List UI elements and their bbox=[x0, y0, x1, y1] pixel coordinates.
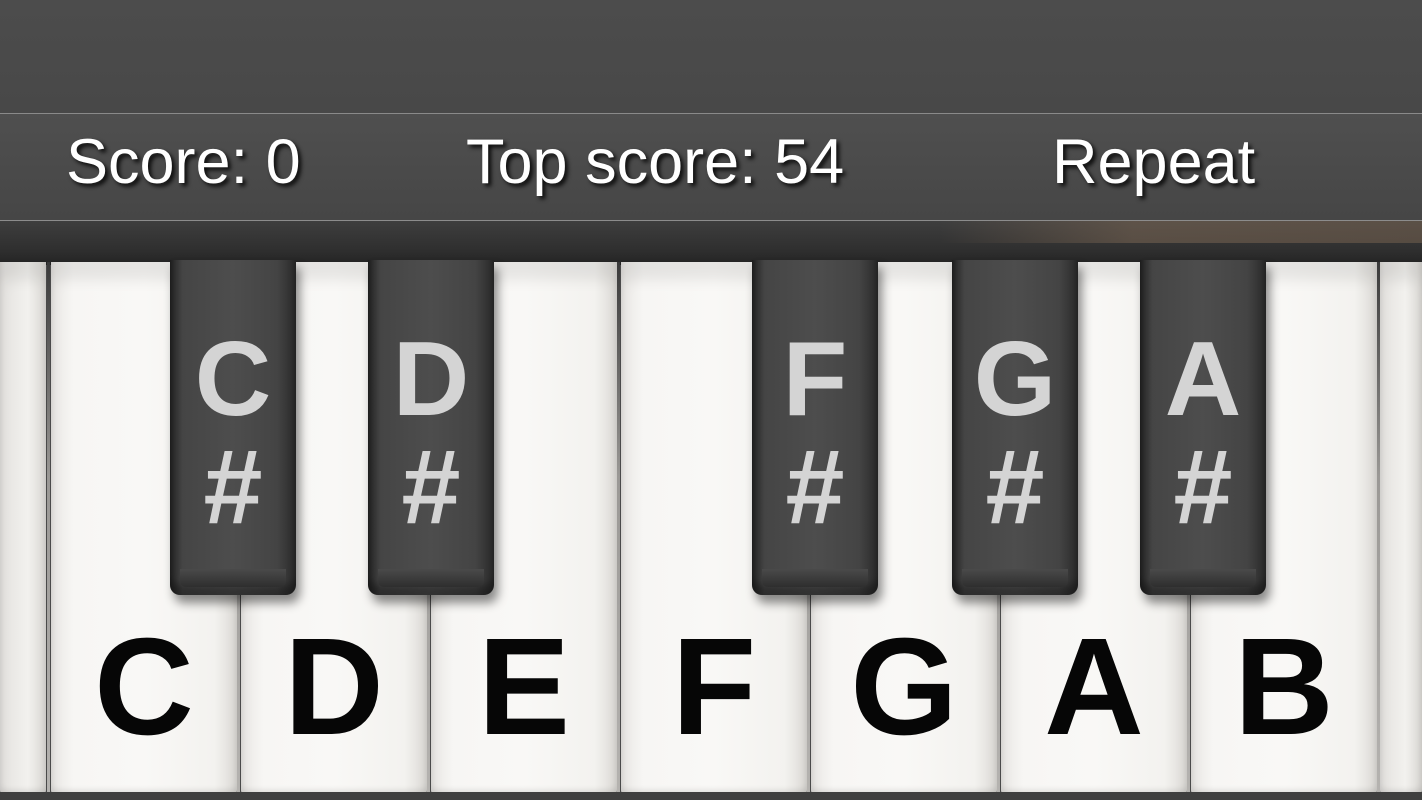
black-key-letter: G bbox=[973, 320, 1057, 438]
white-key-label: G bbox=[850, 610, 958, 764]
white-key-partial-right bbox=[1380, 262, 1422, 796]
black-key-letter: A bbox=[1164, 320, 1242, 438]
sharp-sign: # bbox=[203, 428, 263, 546]
black-key-letter: D bbox=[392, 320, 470, 438]
repeat-button[interactable]: Repeat bbox=[1052, 127, 1255, 197]
bottom-edge bbox=[0, 792, 1422, 800]
white-key-partial-left bbox=[0, 262, 46, 796]
black-key-c-sharp[interactable]: C # bbox=[170, 260, 296, 595]
top-score-label: Top score: 54 bbox=[466, 127, 845, 197]
black-key-letter: C bbox=[194, 320, 272, 438]
top-panel bbox=[0, 0, 1422, 113]
key-divider bbox=[47, 262, 50, 800]
sharp-sign: # bbox=[1173, 428, 1233, 546]
sharp-sign: # bbox=[785, 428, 845, 546]
black-key-d-sharp[interactable]: D # bbox=[368, 260, 494, 595]
black-key-f-sharp[interactable]: F # bbox=[752, 260, 878, 595]
black-key-g-sharp[interactable]: G # bbox=[952, 260, 1078, 595]
white-key-label: B bbox=[1234, 610, 1334, 764]
sharp-sign: # bbox=[401, 428, 461, 546]
score-label: Score: 0 bbox=[66, 127, 301, 197]
sharp-sign: # bbox=[985, 428, 1045, 546]
black-key-a-sharp[interactable]: A # bbox=[1140, 260, 1266, 595]
piano-cover-shade bbox=[940, 221, 1422, 243]
white-key-label: A bbox=[1044, 610, 1144, 764]
game-screen: Score: 0 Top score: 54 Repeat C D E F G … bbox=[0, 0, 1422, 800]
key-divider bbox=[617, 262, 620, 800]
white-key-label: E bbox=[477, 610, 571, 764]
key-divider bbox=[1377, 262, 1380, 800]
white-key-label: D bbox=[284, 610, 384, 764]
black-key-letter: F bbox=[782, 320, 848, 438]
white-key-label: F bbox=[671, 610, 757, 764]
white-key-label: C bbox=[94, 610, 194, 764]
piano-keyboard: C D E F G A B C # D # F # G # A # bbox=[0, 260, 1422, 800]
